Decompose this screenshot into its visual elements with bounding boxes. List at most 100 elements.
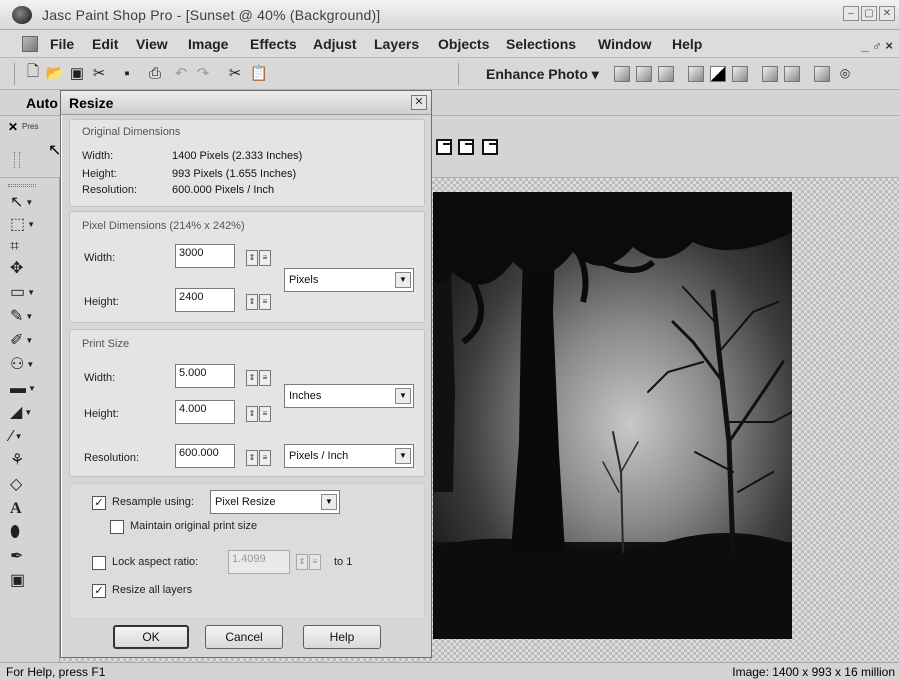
pixel-width-spinner[interactable]: ⇕ ≡	[246, 250, 272, 268]
browse-icon[interactable]: ▣	[68, 64, 86, 82]
dialog-close-button[interactable]: ✕	[411, 95, 427, 110]
menu-layers[interactable]: Layers	[374, 36, 419, 52]
maintain-print-size-checkbox[interactable]	[110, 520, 124, 534]
crop-tool-icon[interactable]: ⌗	[10, 236, 46, 258]
red-eye-icon[interactable]	[614, 66, 630, 82]
resolution-input[interactable]: 600.000	[175, 444, 235, 468]
print-height-input[interactable]: 4.000	[175, 400, 235, 424]
warp-tool-icon[interactable]: ▣	[10, 570, 46, 592]
menu-effects[interactable]: Effects	[250, 36, 297, 52]
print-icon[interactable]: ⎙	[146, 64, 164, 82]
original-dimensions-title: Original Dimensions	[82, 126, 181, 138]
new-icon[interactable]: 🗋	[24, 63, 42, 82]
contrast-icon[interactable]	[710, 66, 726, 82]
lock-aspect-checkbox[interactable]	[92, 556, 106, 570]
palette-grip[interactable]	[14, 152, 20, 168]
paste-icon[interactable]: 📋	[250, 64, 269, 82]
toolbar-separator	[458, 63, 459, 85]
menu-edit[interactable]: Edit	[92, 36, 118, 52]
clone-brush-icon[interactable]: ⚇ ▼	[10, 354, 46, 376]
document-icon[interactable]	[22, 36, 38, 52]
original-resolution-label: Resolution:	[82, 184, 138, 196]
help-button[interactable]: Help	[303, 625, 381, 649]
toolbar-grip	[14, 63, 15, 85]
saturation-icon[interactable]	[732, 66, 748, 82]
aspect-ratio-spinner[interactable]: ⇕ ≡	[296, 554, 322, 572]
scan-icon[interactable]: ✂	[90, 64, 108, 82]
open-icon[interactable]: 📂	[46, 64, 65, 82]
pixel-height-input[interactable]: 2400	[175, 288, 235, 312]
dropper-tool-icon[interactable]: ✎ ▼	[10, 306, 46, 328]
resample-checkbox[interactable]: ✓	[92, 496, 106, 510]
pixel-width-input[interactable]: 3000	[175, 244, 235, 268]
sharpen-icon[interactable]	[762, 66, 778, 82]
print-units-select[interactable]: Inches ▼	[284, 384, 414, 408]
menu-view[interactable]: View	[136, 36, 168, 52]
undo-icon[interactable]: ↶	[172, 64, 190, 82]
resample-method-select[interactable]: Pixel Resize ▼	[210, 490, 340, 514]
chevron-down-icon[interactable]: ▼	[395, 448, 411, 464]
align-full-icon[interactable]	[482, 139, 498, 155]
save-icon[interactable]: ▪	[118, 64, 136, 82]
selection-tool-icon[interactable]: ⬚ ▼	[10, 214, 46, 236]
close-button[interactable]: ✕	[879, 6, 895, 21]
redo-icon[interactable]: ↷	[194, 64, 212, 82]
tools-grip[interactable]	[8, 184, 36, 187]
menu-window[interactable]: Window	[598, 36, 652, 52]
chevron-down-icon[interactable]: ▼	[321, 494, 337, 510]
menu-objects[interactable]: Objects	[438, 36, 489, 52]
cancel-button[interactable]: Cancel	[205, 625, 283, 649]
paint-brush-icon[interactable]: ✐ ▼	[10, 330, 46, 352]
sunset-image[interactable]	[433, 192, 792, 639]
eraser-tool-icon[interactable]: ◢ ▼	[10, 402, 46, 424]
standard-toolbar: 🗋 📂 ▣ ✂ ▪ ⎙ ↶ ↷ ✂ 📋 Enhance Photo ▾ ◎	[0, 58, 899, 90]
cut-icon[interactable]: ✂	[226, 64, 244, 82]
noise-icon[interactable]	[784, 66, 800, 82]
preset-shape-icon[interactable]: ⬮	[10, 522, 46, 544]
resize-all-layers-checkbox[interactable]: ✓	[92, 584, 106, 598]
pick-tool-icon[interactable]: ↖ ▼	[10, 192, 46, 214]
pixel-units-select[interactable]: Pixels ▼	[284, 268, 414, 292]
move-tool-icon[interactable]: ✥	[10, 258, 46, 280]
retouch-tool-icon[interactable]: ▬ ▼	[10, 378, 46, 400]
mdi-controls[interactable]: _ ♂ ×	[861, 38, 893, 53]
align-top-right-icon[interactable]	[458, 139, 474, 155]
menu-help[interactable]: Help	[672, 36, 702, 52]
color-balance-icon[interactable]	[688, 66, 704, 82]
maximize-button[interactable]: ▢	[861, 6, 877, 21]
chevron-down-icon[interactable]: ▼	[395, 388, 411, 404]
flood-fill-icon[interactable]: ⚘	[10, 450, 46, 472]
clarify-icon[interactable]	[658, 66, 674, 82]
ok-button[interactable]: OK	[113, 625, 189, 649]
pixel-height-spinner[interactable]: ⇕ ≡	[246, 294, 272, 312]
menu-image[interactable]: Image	[188, 36, 228, 52]
aspect-ratio-input[interactable]: 1.4099	[228, 550, 290, 574]
menu-file[interactable]: File	[50, 36, 74, 52]
pen-tool-icon[interactable]: ✒	[10, 546, 46, 568]
enhance-photo-button[interactable]: Enhance Photo ▾	[486, 66, 599, 83]
histogram-icon[interactable]: ◎	[836, 64, 854, 82]
text-tool-icon[interactable]: A	[10, 498, 46, 520]
original-width-label: Width:	[82, 150, 114, 162]
palette-close-icon[interactable]: ✕	[8, 120, 18, 134]
minimize-button[interactable]: –	[843, 6, 859, 21]
smudge-tool-icon[interactable]: ⁄ ▼	[10, 426, 46, 448]
chevron-down-icon[interactable]: ▼	[395, 272, 411, 288]
menu-selections[interactable]: Selections	[506, 36, 576, 52]
align-top-left-icon[interactable]	[436, 139, 452, 155]
resize-all-layers-label: Resize all layers	[112, 584, 193, 596]
marquee-tool-icon[interactable]: ▭ ▼	[10, 282, 46, 304]
tree-silhouettes	[433, 192, 792, 639]
resolution-spinner[interactable]: ⇕ ≡	[246, 450, 272, 468]
fade-correction-icon[interactable]	[636, 66, 652, 82]
picture-tube-icon[interactable]: ◇	[10, 474, 46, 496]
print-height-spinner[interactable]: ⇕ ≡	[246, 406, 272, 424]
resolution-units-select[interactable]: Pixels / Inch ▼	[284, 444, 414, 468]
dialog-title-bar[interactable]: Resize ✕	[61, 91, 431, 115]
menu-adjust[interactable]: Adjust	[313, 36, 357, 52]
scratch-icon[interactable]	[814, 66, 830, 82]
print-width-spinner[interactable]: ⇕ ≡	[246, 370, 272, 388]
resample-method-value: Pixel Resize	[215, 496, 276, 508]
app-icon[interactable]	[12, 6, 32, 24]
print-width-input[interactable]: 5.000	[175, 364, 235, 388]
